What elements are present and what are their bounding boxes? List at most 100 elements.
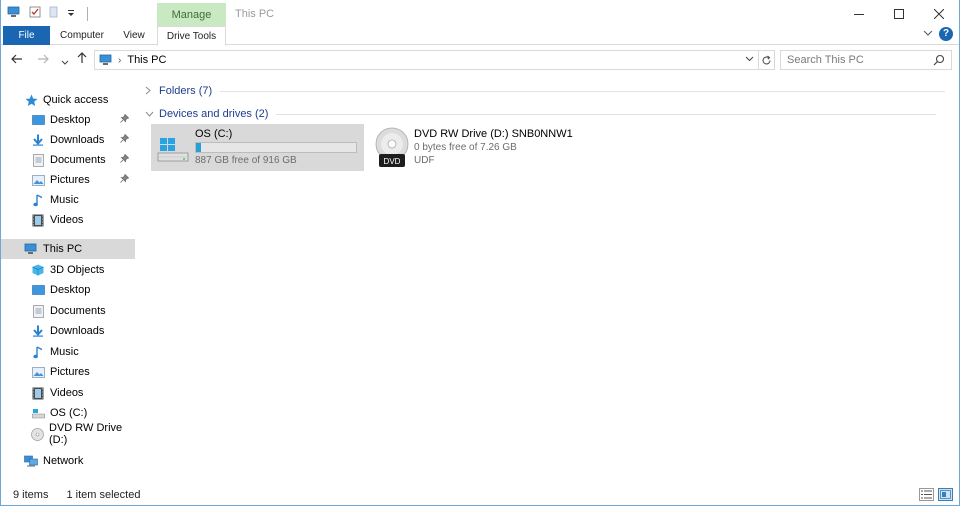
properties-icon[interactable] — [29, 6, 41, 21]
expand-ribbon-button[interactable] — [923, 28, 933, 40]
group-divider — [276, 113, 937, 115]
address-dropdown-button[interactable] — [745, 54, 754, 64]
ribbon-tabs: File Computer View Drive Tools ? — [1, 26, 959, 46]
nav-qa-desktop[interactable]: Desktop — [1, 110, 135, 130]
group-devices-drives-label: Devices and drives (2) — [159, 108, 269, 120]
nav-pc-3d-objects[interactable]: 3D Objects — [1, 260, 135, 280]
nav-network[interactable]: Network — [1, 451, 135, 471]
nav-quick-access[interactable]: Quick access — [1, 90, 135, 110]
drive-filesystem: UDF — [414, 155, 435, 166]
search-box[interactable] — [780, 50, 952, 70]
nav-pc-dvd-drive[interactable]: DVD RW Drive (D:) — [1, 422, 135, 446]
this-pc-app-icon[interactable] — [7, 6, 21, 21]
drive-free-space: 0 bytes free of 7.26 GB — [414, 142, 517, 153]
chevron-down-icon — [745, 56, 754, 62]
nav-this-pc[interactable]: This PC — [1, 239, 135, 259]
group-divider — [220, 90, 946, 92]
details-view-button[interactable] — [919, 488, 934, 501]
breadcrumb-this-pc[interactable]: This PC — [127, 54, 166, 66]
search-icon[interactable] — [933, 54, 945, 69]
forward-arrow-icon — [38, 54, 49, 64]
desktop-icon — [31, 283, 45, 297]
maximize-icon — [894, 8, 904, 19]
nav-qa-documents[interactable]: Documents — [1, 150, 135, 170]
hard-drive-icon — [31, 406, 45, 420]
nav-pc-videos[interactable]: Videos — [1, 383, 135, 403]
refresh-button[interactable] — [759, 50, 775, 70]
nav-pc-downloads[interactable]: Downloads — [1, 321, 135, 341]
dvd-drive-icon: DVD — [370, 124, 414, 171]
tiles-view-button[interactable] — [938, 488, 953, 501]
quick-access-toolbar — [7, 6, 88, 21]
close-button[interactable] — [919, 0, 959, 27]
new-folder-icon[interactable] — [49, 6, 59, 21]
nav-pc-videos-label: Videos — [50, 387, 84, 399]
nav-network-label: Network — [43, 455, 84, 467]
window-title: This PC — [235, 8, 275, 20]
tab-drive-tools[interactable]: Drive Tools — [157, 26, 226, 46]
back-button[interactable] — [11, 52, 23, 67]
nav-pc-pictures-label: Pictures — [50, 366, 90, 378]
window-controls — [839, 0, 959, 27]
minimize-button[interactable] — [839, 0, 879, 27]
chevron-down-icon — [61, 60, 69, 65]
nav-pc-dvd-drive-label: DVD RW Drive (D:) — [49, 422, 123, 446]
music-note-icon — [31, 193, 45, 207]
status-bar: 9 items 1 item selected — [1, 484, 959, 506]
nav-qa-videos[interactable]: Videos — [1, 210, 135, 230]
hard-drive-windows-icon — [151, 124, 195, 171]
nav-pc-desktop[interactable]: Desktop — [1, 280, 135, 300]
nav-pc-os-c[interactable]: OS (C:) — [1, 403, 135, 423]
download-arrow-icon — [31, 133, 45, 147]
nav-qa-pictures[interactable]: Pictures — [1, 170, 135, 190]
nav-pc-documents-label: Documents — [50, 305, 106, 317]
nav-quick-access-label: Quick access — [43, 94, 109, 106]
nav-qa-music[interactable]: Music — [1, 190, 135, 210]
star-icon — [24, 93, 38, 107]
drive-tile-os-c[interactable]: OS (C:) 887 GB free of 916 GB — [151, 124, 364, 171]
nav-qa-desktop-label: Desktop — [50, 114, 91, 126]
dvd-disc-icon — [31, 427, 44, 441]
explorer-window: Manage This PC File Computer View Drive … — [0, 0, 960, 506]
refresh-icon — [762, 55, 771, 64]
navigation-bar: › This PC — [1, 47, 959, 74]
help-icon[interactable]: ? — [939, 27, 953, 41]
desktop-icon — [31, 113, 45, 127]
nav-pc-os-c-label: OS (C:) — [50, 407, 88, 419]
nav-qa-downloads[interactable]: Downloads — [1, 130, 135, 150]
minimize-icon — [854, 13, 864, 15]
pin-icon[interactable] — [120, 133, 130, 146]
up-button[interactable] — [77, 52, 87, 67]
download-arrow-icon — [31, 324, 45, 338]
tab-computer[interactable]: Computer — [57, 26, 107, 45]
search-input[interactable] — [787, 54, 927, 66]
recent-locations-button[interactable] — [61, 54, 69, 69]
group-folders[interactable]: Folders (7) — [145, 82, 955, 100]
drive-usage-fill — [196, 143, 201, 152]
videos-icon — [31, 386, 45, 400]
back-arrow-icon — [11, 54, 22, 64]
status-item-count: 9 items — [13, 489, 49, 501]
details-view-icon — [921, 490, 932, 499]
title-bar: Manage This PC — [1, 0, 959, 27]
nav-qa-pictures-label: Pictures — [50, 174, 90, 186]
pin-icon[interactable] — [120, 173, 130, 186]
maximize-button[interactable] — [879, 0, 919, 27]
forward-button[interactable] — [37, 52, 49, 67]
pin-icon[interactable] — [120, 153, 130, 166]
customize-qat-chevron-icon[interactable] — [67, 8, 75, 20]
nav-pc-documents[interactable]: Documents — [1, 301, 135, 321]
nav-pc-pictures[interactable]: Pictures — [1, 362, 135, 382]
group-devices-drives[interactable]: Devices and drives (2) — [145, 105, 955, 123]
drive-tile-dvd-d[interactable]: DVD DVD RW Drive (D:) SNB0NNW1 0 bytes f… — [370, 124, 630, 171]
music-note-icon — [31, 345, 45, 359]
tiles-view-icon — [940, 490, 951, 499]
drive-free-space: 887 GB free of 916 GB — [195, 155, 297, 166]
address-bar[interactable]: › This PC — [94, 50, 759, 70]
close-icon — [934, 8, 944, 19]
nav-pc-music[interactable]: Music — [1, 342, 135, 362]
pin-icon[interactable] — [120, 113, 130, 126]
tab-view[interactable]: View — [117, 26, 151, 45]
breadcrumb-separator-icon[interactable]: › — [118, 55, 121, 66]
tab-file[interactable]: File — [3, 26, 50, 45]
